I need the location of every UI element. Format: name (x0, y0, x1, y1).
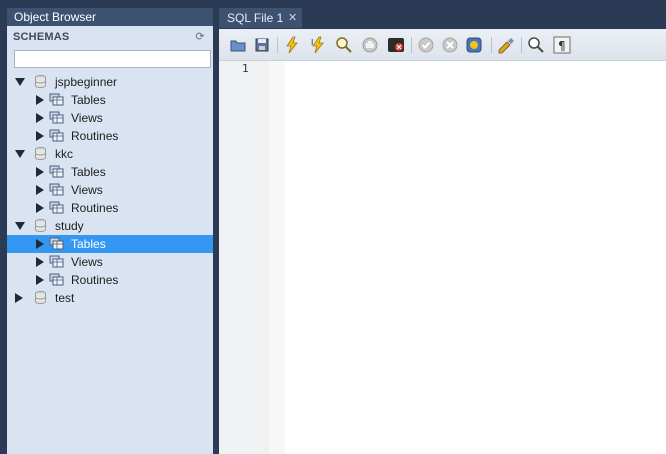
explain-icon[interactable] (335, 36, 353, 54)
schema-node[interactable]: kkc (7, 145, 213, 163)
expand-right-icon[interactable] (36, 257, 44, 267)
expand-right-icon[interactable] (36, 185, 44, 195)
object-browser-panel: Object Browser SCHEMAS ⟳ jspbeginner Tabl… (7, 8, 213, 454)
schema-label: jspbeginner (55, 75, 118, 89)
expand-right-icon[interactable] (36, 275, 44, 285)
database-icon (35, 291, 46, 305)
expand-right-icon[interactable] (36, 131, 44, 141)
execute-current-icon[interactable]: I (309, 36, 327, 54)
folder-icon (49, 201, 64, 214)
expand-right-icon[interactable] (36, 113, 44, 123)
folder-icon (49, 237, 64, 250)
tab-label: SQL File 1 (227, 11, 284, 25)
schema-child-views[interactable]: Views (7, 181, 213, 199)
schema-child-routines[interactable]: Routines (7, 127, 213, 145)
schema-child-tables[interactable]: Tables (7, 235, 213, 253)
toggle-error-icon[interactable] (387, 36, 405, 54)
child-label: Routines (71, 129, 119, 143)
expand-right-icon[interactable] (36, 167, 44, 177)
folder-icon (49, 183, 64, 196)
schema-tree: jspbeginner Tables Views Routines kkc Tables V… (7, 73, 213, 307)
open-file-icon[interactable] (229, 36, 247, 54)
expand-right-icon[interactable] (36, 239, 44, 249)
child-label: Routines (71, 273, 119, 287)
close-icon[interactable]: ✕ (288, 8, 297, 28)
commit-icon[interactable] (417, 36, 435, 54)
editor-toolbar: I ¶ (219, 29, 666, 61)
expand-down-icon[interactable] (15, 150, 25, 158)
svg-text:¶: ¶ (558, 39, 566, 53)
expand-down-icon[interactable] (15, 222, 25, 230)
child-label: Views (71, 255, 103, 269)
line-number: 1 (242, 62, 249, 75)
database-icon (35, 219, 46, 233)
child-label: Tables (71, 93, 106, 107)
tab-sql-file-1[interactable]: SQL File 1 ✕ (219, 8, 302, 28)
line-number-gutter (219, 61, 269, 454)
schema-child-routines[interactable]: Routines (7, 271, 213, 289)
rollback-icon[interactable] (441, 36, 459, 54)
schema-child-tables[interactable]: Tables (7, 163, 213, 181)
folder-icon (49, 165, 64, 178)
save-icon[interactable] (253, 36, 271, 54)
schema-node[interactable]: test (7, 289, 213, 307)
find-icon[interactable] (527, 36, 545, 54)
panel-title: Object Browser (7, 8, 213, 26)
expand-right-icon[interactable] (15, 293, 23, 303)
child-label: Tables (71, 237, 106, 251)
child-label: Routines (71, 201, 119, 215)
child-label: Views (71, 111, 103, 125)
schema-label: test (55, 291, 75, 305)
schema-node[interactable]: study (7, 217, 213, 235)
schema-child-routines[interactable]: Routines (7, 199, 213, 217)
expand-down-icon[interactable] (15, 78, 25, 86)
folder-icon (49, 93, 64, 106)
schemas-header: SCHEMAS ⟳ (7, 26, 213, 48)
expand-right-icon[interactable] (36, 95, 44, 105)
schema-filter-input[interactable] (14, 50, 211, 68)
refresh-icon[interactable]: ⟳ (194, 31, 206, 43)
schema-child-views[interactable]: Views (7, 109, 213, 127)
folder-icon (49, 255, 64, 268)
autocommit-icon[interactable] (465, 36, 483, 54)
folder-icon (49, 129, 64, 142)
schema-node[interactable]: jspbeginner (7, 73, 213, 91)
child-label: Tables (71, 165, 106, 179)
sql-editor[interactable]: I ¶ 1 (219, 29, 666, 454)
schema-label: study (55, 219, 84, 233)
execute-icon[interactable] (283, 36, 301, 54)
svg-text:I: I (311, 38, 313, 47)
schemas-label: SCHEMAS (13, 31, 70, 43)
fold-gutter (269, 61, 285, 454)
folder-icon (49, 111, 64, 124)
folder-icon (49, 273, 64, 286)
invisible-chars-icon[interactable]: ¶ (553, 36, 571, 54)
schema-child-views[interactable]: Views (7, 253, 213, 271)
schema-label: kkc (55, 147, 73, 161)
expand-right-icon[interactable] (36, 203, 44, 213)
stop-icon[interactable] (361, 36, 379, 54)
child-label: Views (71, 183, 103, 197)
database-icon (35, 147, 46, 161)
schema-child-tables[interactable]: Tables (7, 91, 213, 109)
beautify-icon[interactable] (497, 36, 515, 54)
database-icon (35, 75, 46, 89)
